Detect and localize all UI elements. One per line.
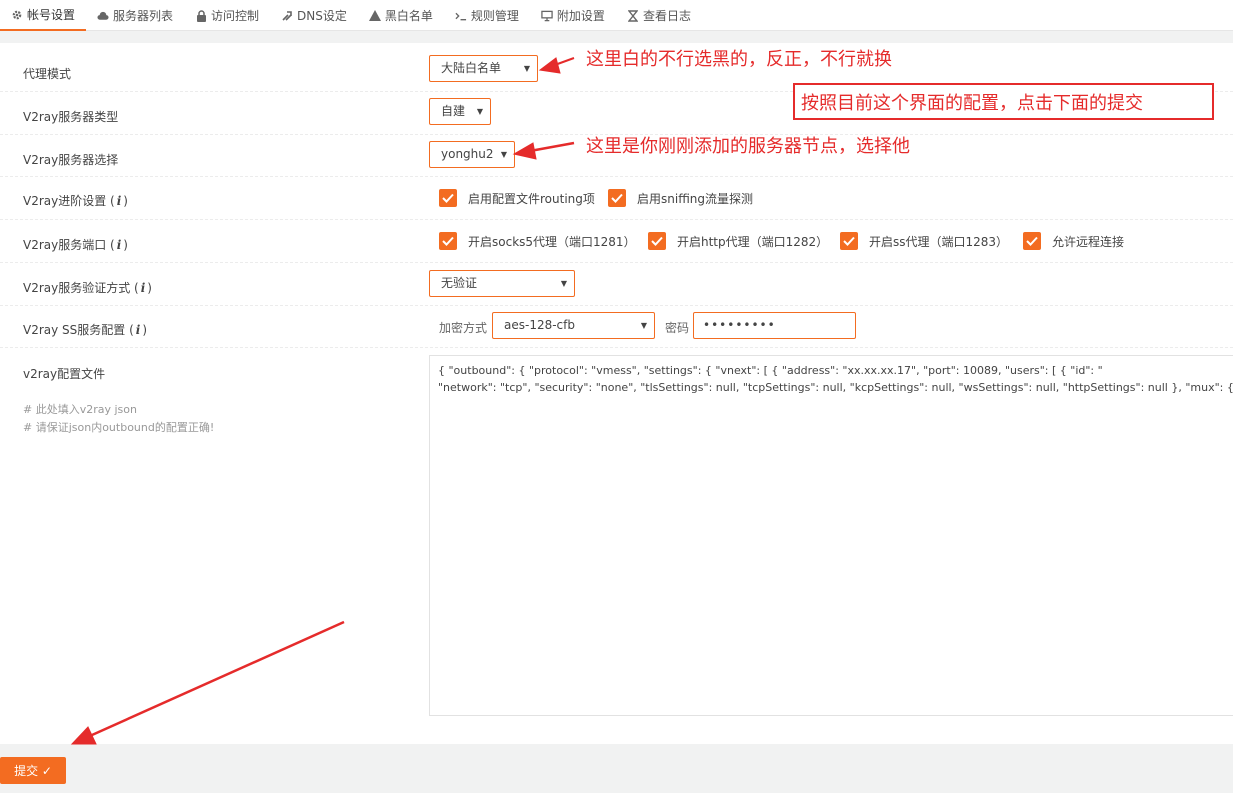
auth-select[interactable]: 无验证 ▼ bbox=[429, 270, 575, 297]
tab-access-control[interactable]: 访问控制 bbox=[184, 0, 270, 31]
annotation-text: 这里是你刚刚添加的服务器节点，选择他 bbox=[586, 136, 910, 157]
checkmark-icon bbox=[648, 232, 666, 250]
row-ports: V2ray服务端口 (i) 开启socks5代理（端口1281） 开启http代… bbox=[0, 220, 1233, 263]
label-text: V2ray服务端口 ( bbox=[23, 238, 115, 252]
tab-label: 帐号设置 bbox=[27, 8, 76, 22]
submit-button[interactable]: 提交 ✓ bbox=[0, 757, 66, 784]
checkbox-label: 启用配置文件routing项 bbox=[468, 191, 595, 206]
cloud-icon bbox=[97, 10, 109, 22]
row-advanced: V2ray进阶设置 (i) 启用配置文件routing项 启用sniffing流… bbox=[0, 177, 1233, 220]
config-line: "network": "tcp", "security": "none", "t… bbox=[438, 381, 1233, 394]
advanced-label: V2ray进阶设置 (i) bbox=[23, 192, 128, 209]
row-auth: V2ray服务验证方式 (i) 无验证 ▼ bbox=[0, 263, 1233, 306]
password-field[interactable]: ••••••••• bbox=[693, 312, 856, 339]
tab-label: 访问控制 bbox=[211, 9, 260, 23]
encrypt-label: 加密方式 bbox=[439, 321, 488, 335]
checkbox-label: 启用sniffing流量探测 bbox=[637, 191, 754, 206]
config-line: { "outbound": { "protocol": "vmess", "se… bbox=[438, 364, 1103, 377]
label-text: ) bbox=[142, 323, 148, 337]
auth-label: V2ray服务验证方式 (i) bbox=[23, 279, 152, 296]
select-value: aes-128-cfb bbox=[504, 318, 575, 332]
tab-label: DNS设定 bbox=[297, 9, 347, 23]
annotation-box: 按照目前这个界面的配置，点击下面的提交 bbox=[793, 83, 1214, 120]
config-textarea[interactable]: { "outbound": { "protocol": "vmess", "se… bbox=[429, 355, 1233, 716]
server-type-label: V2ray服务器类型 bbox=[23, 110, 119, 124]
chevron-down-icon: ▼ bbox=[476, 107, 483, 116]
select-value: 大陆白名单 bbox=[441, 61, 502, 75]
ss-config-label: V2ray SS服务配置 (i) bbox=[23, 321, 147, 338]
info-icon[interactable]: i bbox=[117, 238, 122, 252]
tab-server-list[interactable]: 服务器列表 bbox=[86, 0, 184, 31]
ss-checkbox[interactable]: 开启ss代理（端口1283） bbox=[840, 232, 1008, 250]
label-text: V2ray进阶设置 ( bbox=[23, 194, 115, 208]
tab-dns[interactable]: DNS设定 bbox=[270, 0, 358, 31]
chevron-down-icon: ▼ bbox=[640, 321, 647, 330]
tab-bar: 帐号设置 服务器列表 访问控制 DNS设定 黑白名单 规则管理 附加设置 查看日… bbox=[0, 0, 1233, 31]
checkbox-label: 允许远程连接 bbox=[1052, 234, 1125, 249]
annotation-text: 这里白的不行选黑的，反正，不行就换 bbox=[586, 49, 892, 70]
tab-account-settings[interactable]: 帐号设置 bbox=[0, 0, 87, 31]
info-icon[interactable]: i bbox=[117, 194, 122, 208]
routing-checkbox[interactable]: 启用配置文件routing项 bbox=[439, 189, 595, 207]
tab-label: 服务器列表 bbox=[113, 9, 174, 23]
label-text: ) bbox=[123, 238, 128, 252]
label-text: V2ray SS服务配置 ( bbox=[23, 323, 134, 337]
gear-icon bbox=[11, 9, 23, 21]
label-text: ) bbox=[123, 194, 128, 208]
ports-label: V2ray服务端口 (i) bbox=[23, 236, 128, 253]
server-select[interactable]: yonghu2 ▼ bbox=[429, 141, 515, 168]
tab-label: 查看日志 bbox=[642, 9, 691, 23]
encrypt-select[interactable]: aes-128-cfb ▼ bbox=[492, 312, 655, 339]
select-value: 自建 bbox=[441, 104, 466, 118]
tab-label: 黑白名单 bbox=[384, 9, 433, 23]
info-icon[interactable]: i bbox=[141, 281, 146, 295]
config-comment: # 请保证json内outbound的配置正确! bbox=[23, 421, 215, 434]
chevron-down-icon: ▼ bbox=[560, 279, 567, 288]
checkbox-label: 开启socks5代理（端口1281） bbox=[468, 234, 636, 249]
password-label: 密码 bbox=[665, 321, 690, 335]
proxy-mode-label: 代理模式 bbox=[23, 67, 72, 81]
wrench-icon bbox=[281, 10, 293, 22]
server-select-label: V2ray服务器选择 bbox=[23, 153, 119, 167]
tab-label: 规则管理 bbox=[470, 9, 519, 23]
config-label: v2ray配置文件 bbox=[23, 367, 106, 381]
monitor-icon bbox=[541, 10, 553, 22]
checkmark-icon bbox=[1023, 232, 1041, 250]
annotation-text: 按照目前这个界面的配置，点击下面的提交 bbox=[801, 92, 1143, 114]
checkmark-icon bbox=[840, 232, 858, 250]
tab-view-log[interactable]: 查看日志 bbox=[616, 0, 702, 31]
select-value: yonghu2 bbox=[441, 147, 494, 161]
checkbox-label: 开启ss代理（端口1283） bbox=[869, 234, 1009, 249]
row-ss-config: V2ray SS服务配置 (i) 加密方式 aes-128-cfb ▼ 密码 •… bbox=[0, 306, 1233, 348]
hourglass-icon bbox=[627, 9, 639, 22]
sniffing-checkbox[interactable]: 启用sniffing流量探测 bbox=[608, 189, 753, 207]
server-type-select[interactable]: 自建 ▼ bbox=[429, 98, 491, 125]
proxy-mode-select[interactable]: 大陆白名单 ▼ bbox=[429, 55, 538, 82]
chevron-down-icon: ▼ bbox=[500, 150, 507, 159]
label-text: ) bbox=[147, 281, 152, 295]
remote-connect-checkbox[interactable]: 允许远程连接 bbox=[1023, 232, 1124, 250]
info-icon[interactable]: i bbox=[136, 323, 141, 337]
select-value: 无验证 bbox=[441, 276, 478, 290]
checkbox-label: 开启http代理（端口1282） bbox=[677, 234, 829, 249]
lock-icon bbox=[195, 9, 207, 22]
checkmark-icon bbox=[439, 232, 457, 250]
tab-rule-management[interactable]: 规则管理 bbox=[444, 0, 530, 31]
chevron-down-icon: ▼ bbox=[523, 64, 530, 73]
warning-icon bbox=[368, 10, 381, 22]
tab-black-white-list[interactable]: 黑白名单 bbox=[358, 0, 444, 31]
http-checkbox[interactable]: 开启http代理（端口1282） bbox=[648, 232, 828, 250]
checkmark-icon bbox=[608, 189, 626, 207]
config-comment: # 此处填入v2ray json bbox=[23, 403, 137, 416]
terminal-icon bbox=[455, 10, 467, 22]
socks5-checkbox[interactable]: 开启socks5代理（端口1281） bbox=[439, 232, 636, 250]
tab-label: 附加设置 bbox=[556, 9, 605, 23]
tab-additional-settings[interactable]: 附加设置 bbox=[530, 0, 616, 31]
checkmark-icon bbox=[439, 189, 457, 207]
label-text: V2ray服务验证方式 ( bbox=[23, 281, 139, 295]
